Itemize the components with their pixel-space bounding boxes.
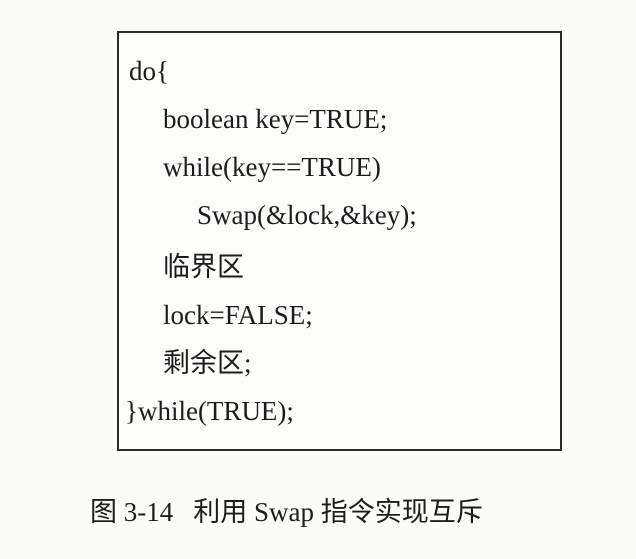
code-line-boolean-key: boolean key=TRUE; [163,104,388,134]
figure-caption: 图 3-14 利用 Swap 指令实现互斥 [90,496,590,528]
code-listing-box: do{ boolean key=TRUE; while(key==TRUE) S… [117,31,562,451]
code-line-critical-section: 临界区 [163,252,244,282]
code-line-while-true: }while(TRUE); [125,396,294,426]
figure-title: 利用 Swap 指令实现互斥 [193,497,483,527]
code-line-do: do{ [129,56,169,86]
figure-number: 图 3-14 [90,497,174,527]
code-line-while-key: while(key==TRUE) [163,152,381,182]
code-line-remainder-section: 剩余区; [163,348,252,378]
code-line-lock-false: lock=FALSE; [163,300,313,330]
code-line-swap: Swap(&lock,&key); [197,200,417,230]
